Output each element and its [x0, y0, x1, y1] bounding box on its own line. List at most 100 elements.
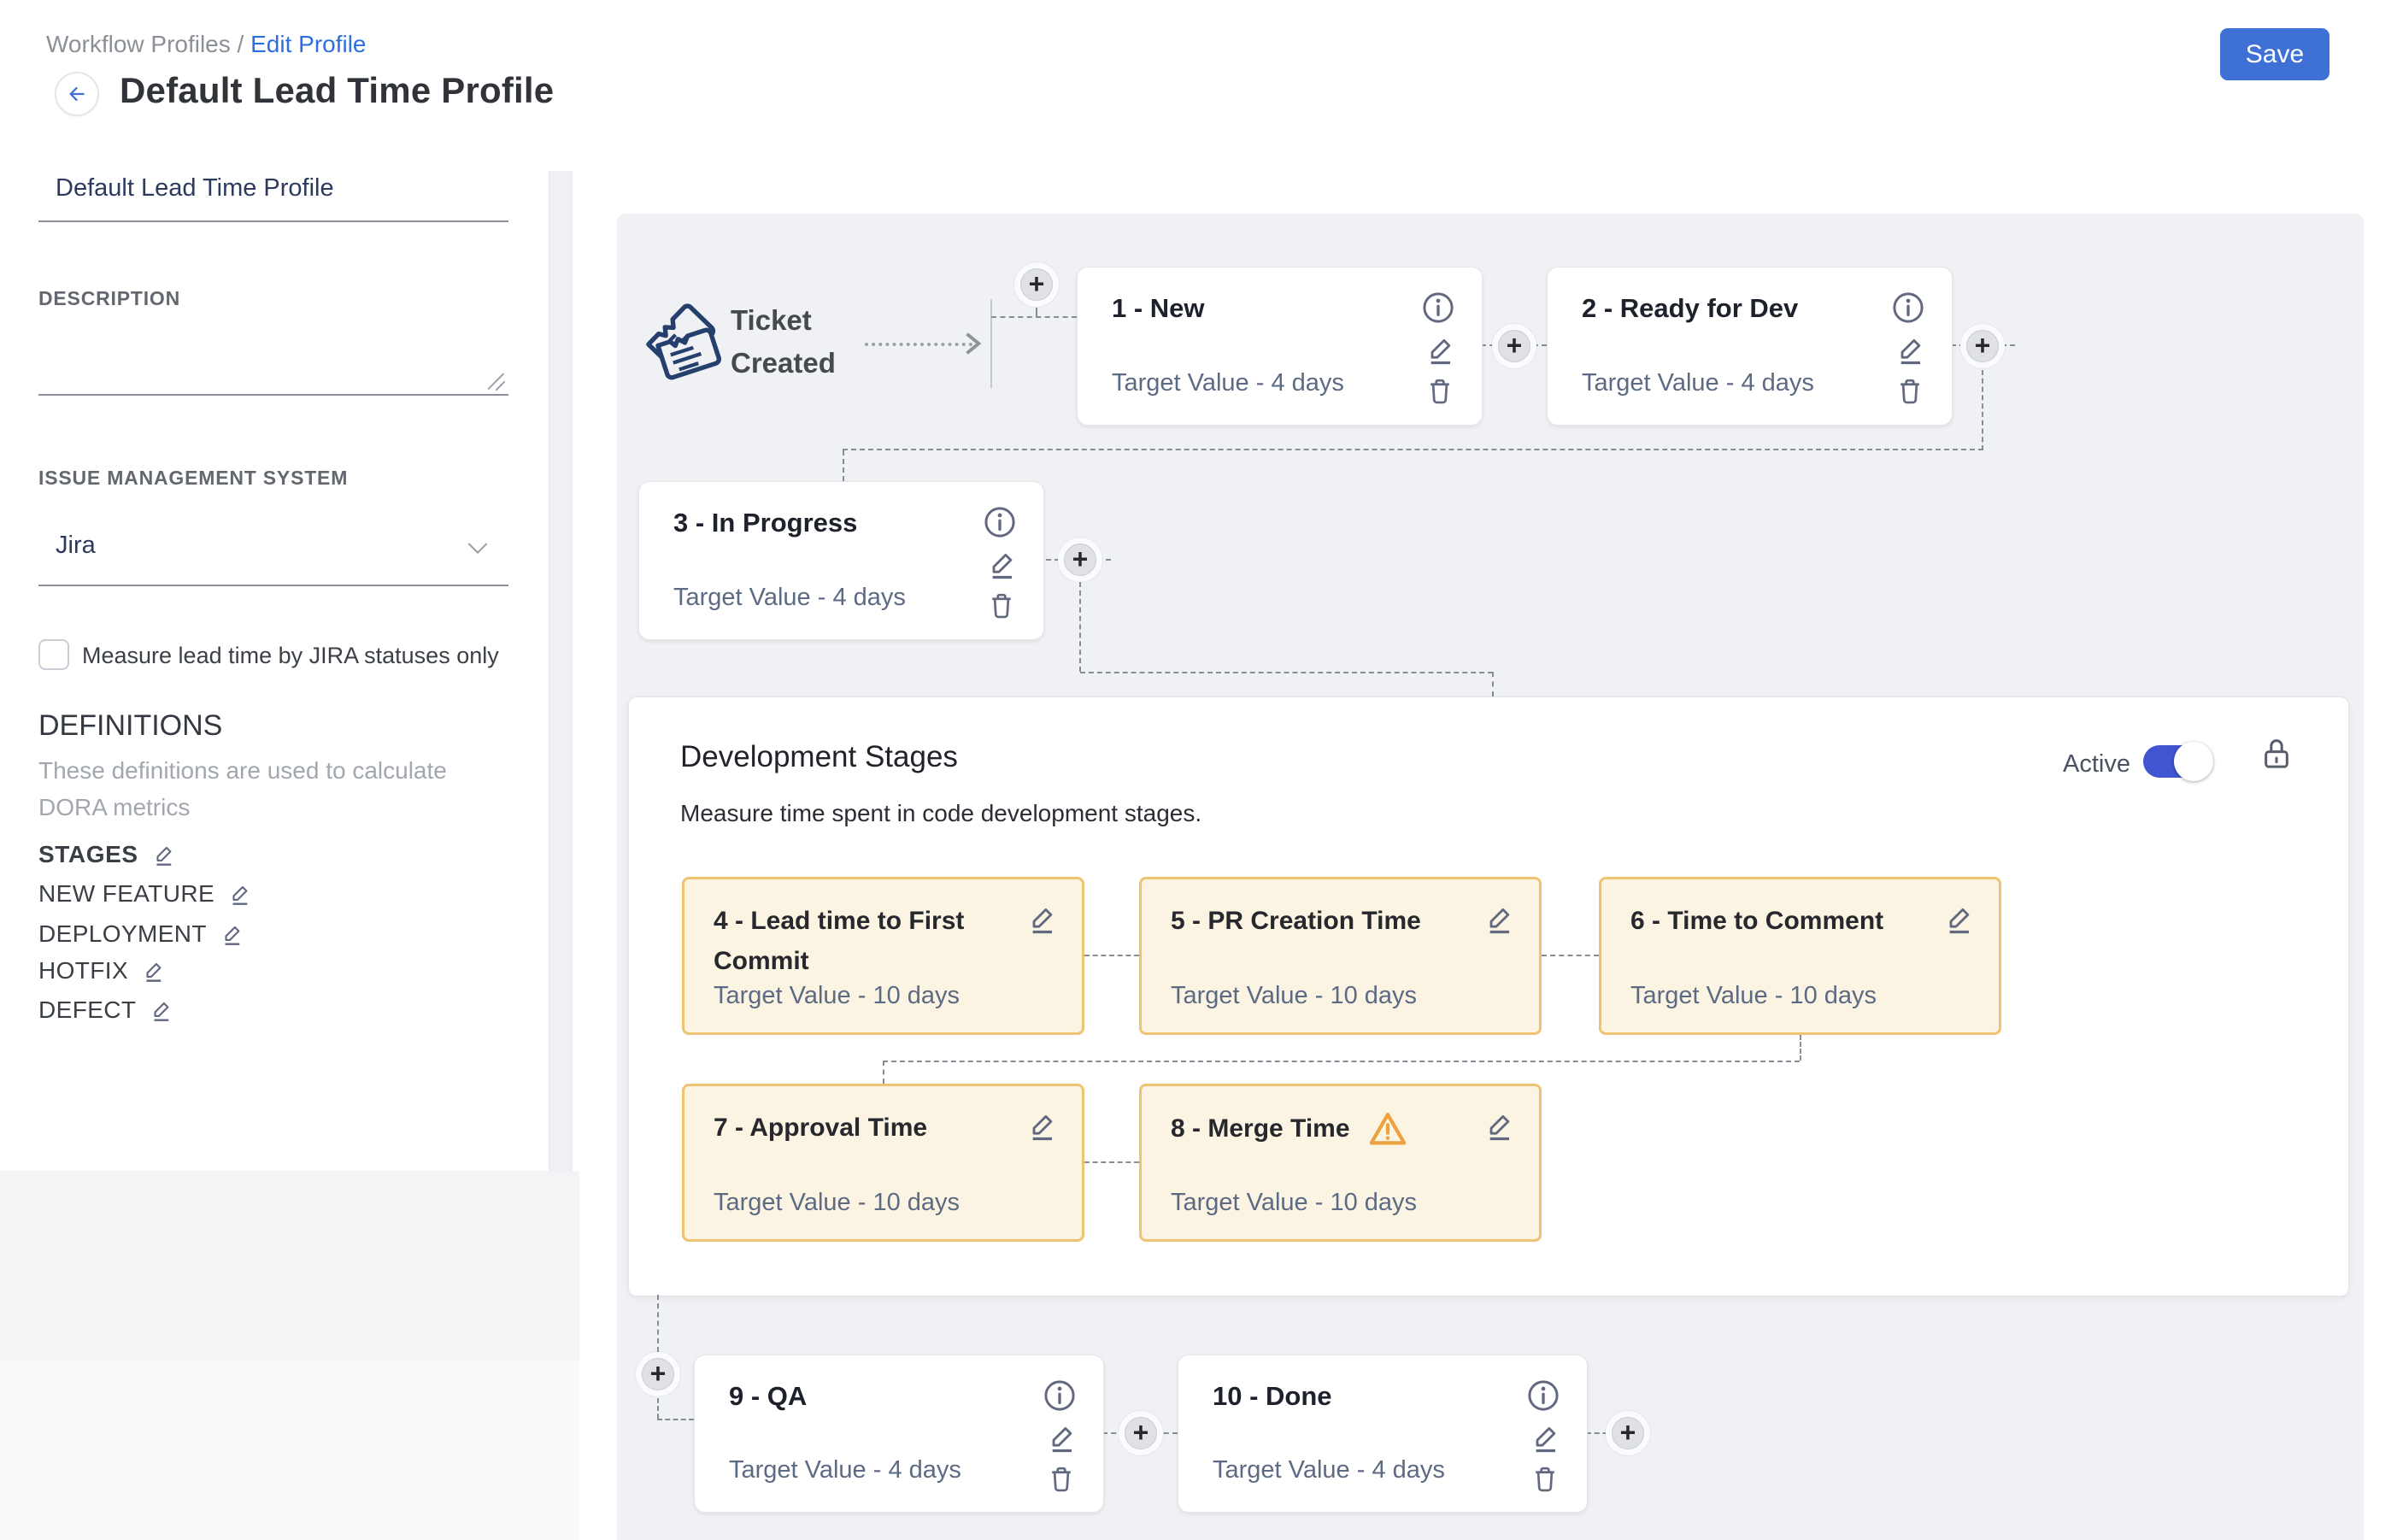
description-label: DESCRIPTION [38, 287, 180, 310]
connector [843, 449, 1983, 450]
info-icon[interactable] [1420, 290, 1456, 326]
add-stage-button[interactable]: + [1606, 1411, 1650, 1455]
connector [1492, 672, 1494, 697]
trash-icon[interactable] [1045, 1463, 1078, 1496]
info-icon[interactable] [1042, 1378, 1078, 1414]
connector [657, 1398, 659, 1419]
info-icon[interactable] [982, 504, 1018, 540]
add-stage-button[interactable]: + [1960, 324, 2005, 368]
resize-handle-icon[interactable] [484, 369, 506, 391]
trash-icon[interactable] [985, 590, 1018, 622]
breadcrumb: Workflow Profiles / Edit Profile [46, 31, 367, 58]
connector [843, 450, 844, 481]
stage-type-deployment: DEPLOYMENT [38, 919, 245, 949]
back-button[interactable] [55, 72, 99, 116]
add-stage-button[interactable]: + [1014, 262, 1059, 307]
definitions-title: DEFINITIONS [38, 709, 222, 743]
stage-card-10-done[interactable]: 10 - Done Target Value - 4 days [1178, 1355, 1588, 1513]
connector [1800, 1035, 1801, 1061]
ims-underline [38, 585, 508, 586]
active-toggle-label: Active [2063, 750, 2130, 779]
edit-icon[interactable] [1483, 1108, 1517, 1143]
warning-icon [1367, 1108, 1408, 1149]
dev-card-8-merge-time[interactable]: 8 - Merge Time Target Value - 10 days [1139, 1084, 1542, 1242]
workflow-canvas: Ticket Created 1 - New Target Value - 4 … [617, 214, 2364, 1540]
edit-defect-icon[interactable] [149, 997, 174, 1023]
arrowhead-icon [965, 331, 982, 356]
add-stage-button[interactable]: + [636, 1352, 680, 1396]
start-connector [865, 343, 972, 346]
trash-icon[interactable] [1894, 375, 1926, 408]
dev-card-6-time-to-comment[interactable]: 6 - Time to Comment Target Value - 10 da… [1599, 877, 2001, 1035]
breadcrumb-current[interactable]: Edit Profile [250, 31, 366, 57]
dev-panel-subtitle: Measure time spent in code development s… [680, 800, 1201, 827]
edit-icon[interactable] [1025, 902, 1060, 936]
connector [1982, 370, 1983, 450]
ims-label: ISSUE MANAGEMENT SYSTEM [38, 467, 348, 490]
edit-deployment-icon[interactable] [220, 921, 245, 947]
edit-icon[interactable] [1894, 332, 1928, 367]
start-node-label: Ticket Created [731, 299, 836, 385]
add-stage-button[interactable]: + [1492, 324, 1536, 368]
edit-new-feature-icon[interactable] [227, 881, 253, 907]
add-stage-button[interactable]: + [1058, 538, 1102, 582]
lock-icon[interactable] [2259, 735, 2294, 774]
stage-card-3-in-progress[interactable]: 3 - In Progress Target Value - 4 days [638, 481, 1044, 640]
connector [883, 1061, 1800, 1062]
stage-type-defect: DEFECT [38, 995, 174, 1026]
profile-name-input[interactable] [56, 174, 500, 203]
edit-icon[interactable] [1424, 332, 1458, 367]
description-textarea[interactable] [40, 316, 510, 395]
edit-hotfix-icon[interactable] [141, 958, 167, 984]
trash-icon[interactable] [1424, 375, 1456, 408]
edit-icon[interactable] [1529, 1420, 1563, 1455]
add-stage-button[interactable]: + [1119, 1411, 1163, 1455]
info-icon[interactable] [1890, 290, 1926, 326]
info-icon[interactable] [1525, 1378, 1561, 1414]
page-title: Default Lead Time Profile [120, 70, 554, 111]
edit-icon[interactable] [1045, 1420, 1079, 1455]
workflow-profile-editor: Workflow Profiles / Edit Profile Default… [0, 0, 2391, 1540]
development-stages-panel: Development Stages Measure time spent in… [628, 697, 2349, 1296]
breadcrumb-root[interactable]: Workflow Profiles [46, 31, 231, 57]
arrow-left-icon [66, 83, 88, 105]
jira-statuses-checkbox[interactable] [38, 639, 69, 670]
dev-card-5-pr-creation-time[interactable]: 5 - PR Creation Time Target Value - 10 d… [1139, 877, 1542, 1035]
edit-icon[interactable] [985, 547, 1019, 581]
connector [1079, 582, 1081, 672]
entry-line [990, 299, 992, 388]
dev-card-4-lead-time-to-first-commit[interactable]: 4 - Lead time to First Commit Target Val… [682, 877, 1084, 1035]
edit-icon[interactable] [1483, 902, 1517, 936]
chevron-down-icon [464, 535, 491, 562]
stage-card-2-ready-for-dev[interactable]: 2 - Ready for Dev Target Value - 4 days [1547, 267, 1953, 426]
toggle-knob [2174, 742, 2213, 781]
stage-card-9-qa[interactable]: 9 - QA Target Value - 4 days [694, 1355, 1104, 1513]
dev-panel-title: Development Stages [680, 740, 958, 774]
active-toggle[interactable] [2143, 745, 2210, 778]
ims-select[interactable]: Jira [56, 532, 96, 560]
edit-icon[interactable] [1942, 902, 1977, 936]
stages-row: STAGES [38, 839, 177, 870]
connector [1080, 672, 1493, 673]
connector [1084, 955, 1139, 956]
profile-name-underline [38, 220, 508, 222]
jira-statuses-checkbox-label: Measure lead time by JIRA statuses only [82, 643, 499, 669]
connector [657, 1419, 694, 1420]
stages-label: STAGES [38, 841, 138, 868]
edit-icon[interactable] [1025, 1108, 1060, 1143]
connector [883, 1061, 884, 1084]
breadcrumb-separator: / [231, 31, 250, 57]
ticket-icon [632, 292, 733, 393]
stage-card-1-new[interactable]: 1 - New Target Value - 4 days [1077, 267, 1483, 426]
dev-card-7-approval-time[interactable]: 7 - Approval Time Target Value - 10 days [682, 1084, 1084, 1242]
stage-type-new-feature: NEW FEATURE [38, 879, 253, 909]
sidebar-divider[interactable] [549, 171, 573, 1171]
sidebar-footer-area-light [0, 1361, 579, 1540]
connector [1084, 1161, 1139, 1163]
trash-icon[interactable] [1529, 1463, 1561, 1496]
connector [1542, 955, 1599, 956]
stage-type-hotfix: HOTFIX [38, 955, 167, 986]
description-underline [38, 394, 508, 396]
edit-stages-icon[interactable] [151, 842, 177, 867]
save-button[interactable]: Save [2220, 28, 2329, 80]
